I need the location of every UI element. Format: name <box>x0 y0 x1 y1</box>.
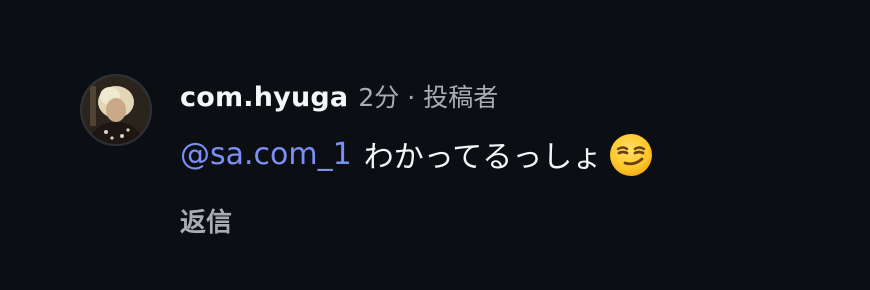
avatar-photo <box>82 76 150 144</box>
comment-header: com.hyuga 2分 · 投稿者 <box>180 78 498 114</box>
comment-body: @sa.com_1 わかってるっしょ <box>180 132 654 176</box>
author-badge: 投稿者 <box>423 83 499 112</box>
comment: com.hyuga 2分 · 投稿者 @sa.com_1 わかってるっしょ 返信 <box>0 0 870 290</box>
mention-link[interactable]: @sa.com_1 <box>180 137 352 172</box>
separator-dot: · <box>407 83 416 112</box>
smirking-face-emoji-icon <box>608 132 654 178</box>
comment-text: わかってるっしょ <box>363 140 603 175</box>
reply-button[interactable]: 返信 <box>180 202 232 239</box>
timestamp: 2分 <box>358 83 400 112</box>
avatar[interactable] <box>80 74 152 146</box>
username[interactable]: com.hyuga <box>180 82 348 113</box>
